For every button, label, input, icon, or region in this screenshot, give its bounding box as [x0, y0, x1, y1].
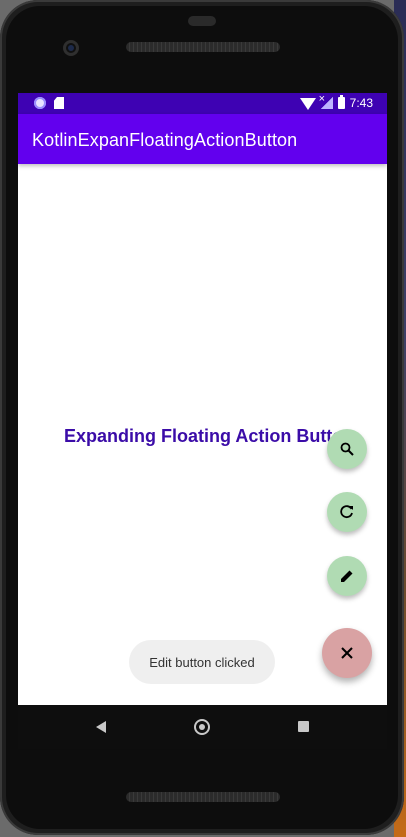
- recents-icon[interactable]: [298, 721, 309, 732]
- status-bar: 7:43: [18, 93, 387, 114]
- wifi-icon: [299, 97, 316, 110]
- close-fab[interactable]: [322, 628, 372, 678]
- bottom-speaker: [126, 792, 280, 802]
- device-screen: 7:43 KotlinExpanFloatingActionButton Exp…: [18, 93, 387, 705]
- status-left-icons: [34, 97, 64, 109]
- search-fab[interactable]: [327, 429, 367, 469]
- top-speaker: [126, 42, 280, 52]
- home-icon[interactable]: [194, 719, 210, 735]
- close-icon: [341, 647, 353, 659]
- refresh-icon: [340, 505, 353, 519]
- search-icon: [340, 442, 354, 456]
- battery-icon: [337, 95, 345, 109]
- front-camera-icon: [63, 40, 79, 56]
- no-signal-icon: [319, 93, 333, 109]
- toast-message: Edit button clicked: [129, 640, 275, 684]
- status-right-icons: 7:43: [299, 93, 373, 110]
- app-bar: KotlinExpanFloatingActionButton: [18, 114, 387, 164]
- navigation-bar: [18, 705, 387, 749]
- sd-card-icon: [54, 97, 64, 109]
- pencil-icon: [341, 570, 353, 582]
- back-icon[interactable]: [96, 721, 106, 733]
- circle-notification-icon: [34, 97, 46, 109]
- toast-text: Edit button clicked: [149, 654, 255, 670]
- status-time: 7:43: [349, 96, 373, 110]
- edit-fab[interactable]: [327, 556, 367, 596]
- earpiece-notch: [188, 16, 216, 26]
- app-title: KotlinExpanFloatingActionButton: [32, 130, 298, 150]
- main-heading: Expanding Floating Action Button: [64, 426, 355, 446]
- refresh-fab[interactable]: [327, 492, 367, 532]
